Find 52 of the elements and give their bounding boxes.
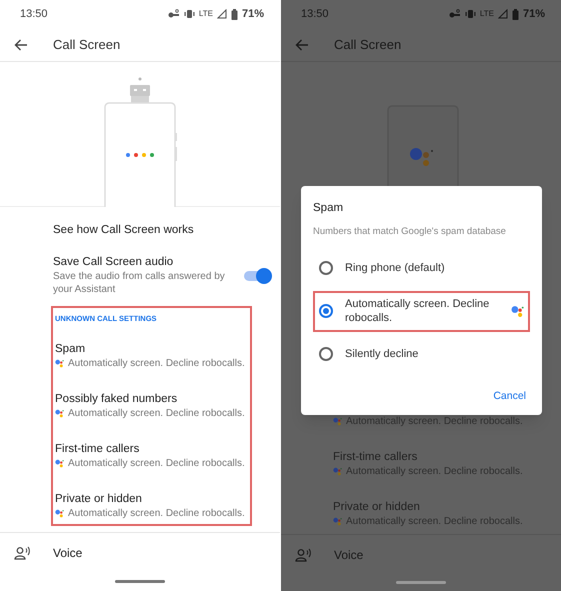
signal-icon — [216, 9, 227, 19]
radio-option[interactable]: Automatically screen. Decline robocalls. — [313, 290, 530, 332]
status-time: 13:50 — [20, 6, 48, 22]
assistant-icon — [55, 509, 64, 518]
setting-summary: Automatically screen. Decline robocalls. — [68, 407, 245, 420]
voice-icon — [295, 548, 311, 562]
vibrate-icon — [464, 9, 476, 19]
gesture-handle[interactable] — [396, 581, 446, 584]
setting-title: Save Call Screen audio — [53, 255, 174, 270]
setting-summary: Automatically screen. Decline robocalls. — [68, 507, 245, 520]
battery-level: 71% — [242, 6, 264, 22]
radio-button[interactable] — [319, 347, 333, 361]
option-label: Automatically screen. Decline robocalls. — [345, 297, 490, 325]
assistant-icon — [333, 417, 342, 426]
setting-summary: Automatically screen. Decline robocalls. — [68, 457, 245, 470]
battery-icon — [512, 8, 519, 20]
setting-title[interactable]: Private or hidden — [55, 492, 250, 507]
dialog-title: Spam — [313, 201, 344, 216]
radio-option[interactable]: Silently decline — [313, 334, 530, 374]
radio-button[interactable] — [319, 261, 333, 275]
vibrate-icon — [184, 9, 195, 19]
gesture-handle[interactable] — [115, 580, 165, 583]
option-label: Silently decline — [345, 347, 420, 361]
dialog-subtitle: Numbers that match Google's spam database — [313, 225, 507, 240]
setting-summary: Save the audio from calls answered by your Assistant — [53, 270, 226, 296]
assistant-icon — [55, 359, 64, 368]
assistant-icon — [55, 409, 64, 418]
see-how-link[interactable]: See how Call Screen works — [53, 222, 194, 240]
status-time: 13:50 — [301, 6, 329, 22]
assistant-icon — [333, 467, 342, 476]
network-type: LTE — [480, 8, 494, 20]
network-type: LTE — [198, 8, 213, 20]
setting-title[interactable]: Spam — [55, 342, 250, 357]
battery-icon — [230, 8, 238, 20]
setting-title[interactable]: Possibly faked numbers — [55, 392, 250, 407]
battery-level: 71% — [522, 6, 545, 22]
back-arrow-icon[interactable] — [14, 38, 28, 50]
signal-icon — [498, 9, 508, 19]
radio-option[interactable]: Ring phone (default) — [313, 248, 530, 288]
vpn-key-icon — [448, 9, 461, 19]
setting-summary: Automatically screen. Decline robocalls. — [68, 357, 245, 370]
cancel-button[interactable]: Cancel — [489, 388, 530, 404]
screen-title: Call Screen — [53, 36, 120, 54]
setting-title[interactable]: First-time callers — [55, 442, 250, 457]
voice-setting[interactable]: Voice — [53, 544, 82, 562]
assistant-icon — [333, 517, 342, 526]
radio-button[interactable] — [319, 304, 333, 318]
screen-title: Call Screen — [334, 36, 402, 54]
assistant-icon — [55, 459, 64, 468]
option-label: Ring phone (default) — [345, 261, 446, 275]
voice-icon — [14, 546, 30, 560]
vpn-key-icon — [168, 9, 180, 19]
